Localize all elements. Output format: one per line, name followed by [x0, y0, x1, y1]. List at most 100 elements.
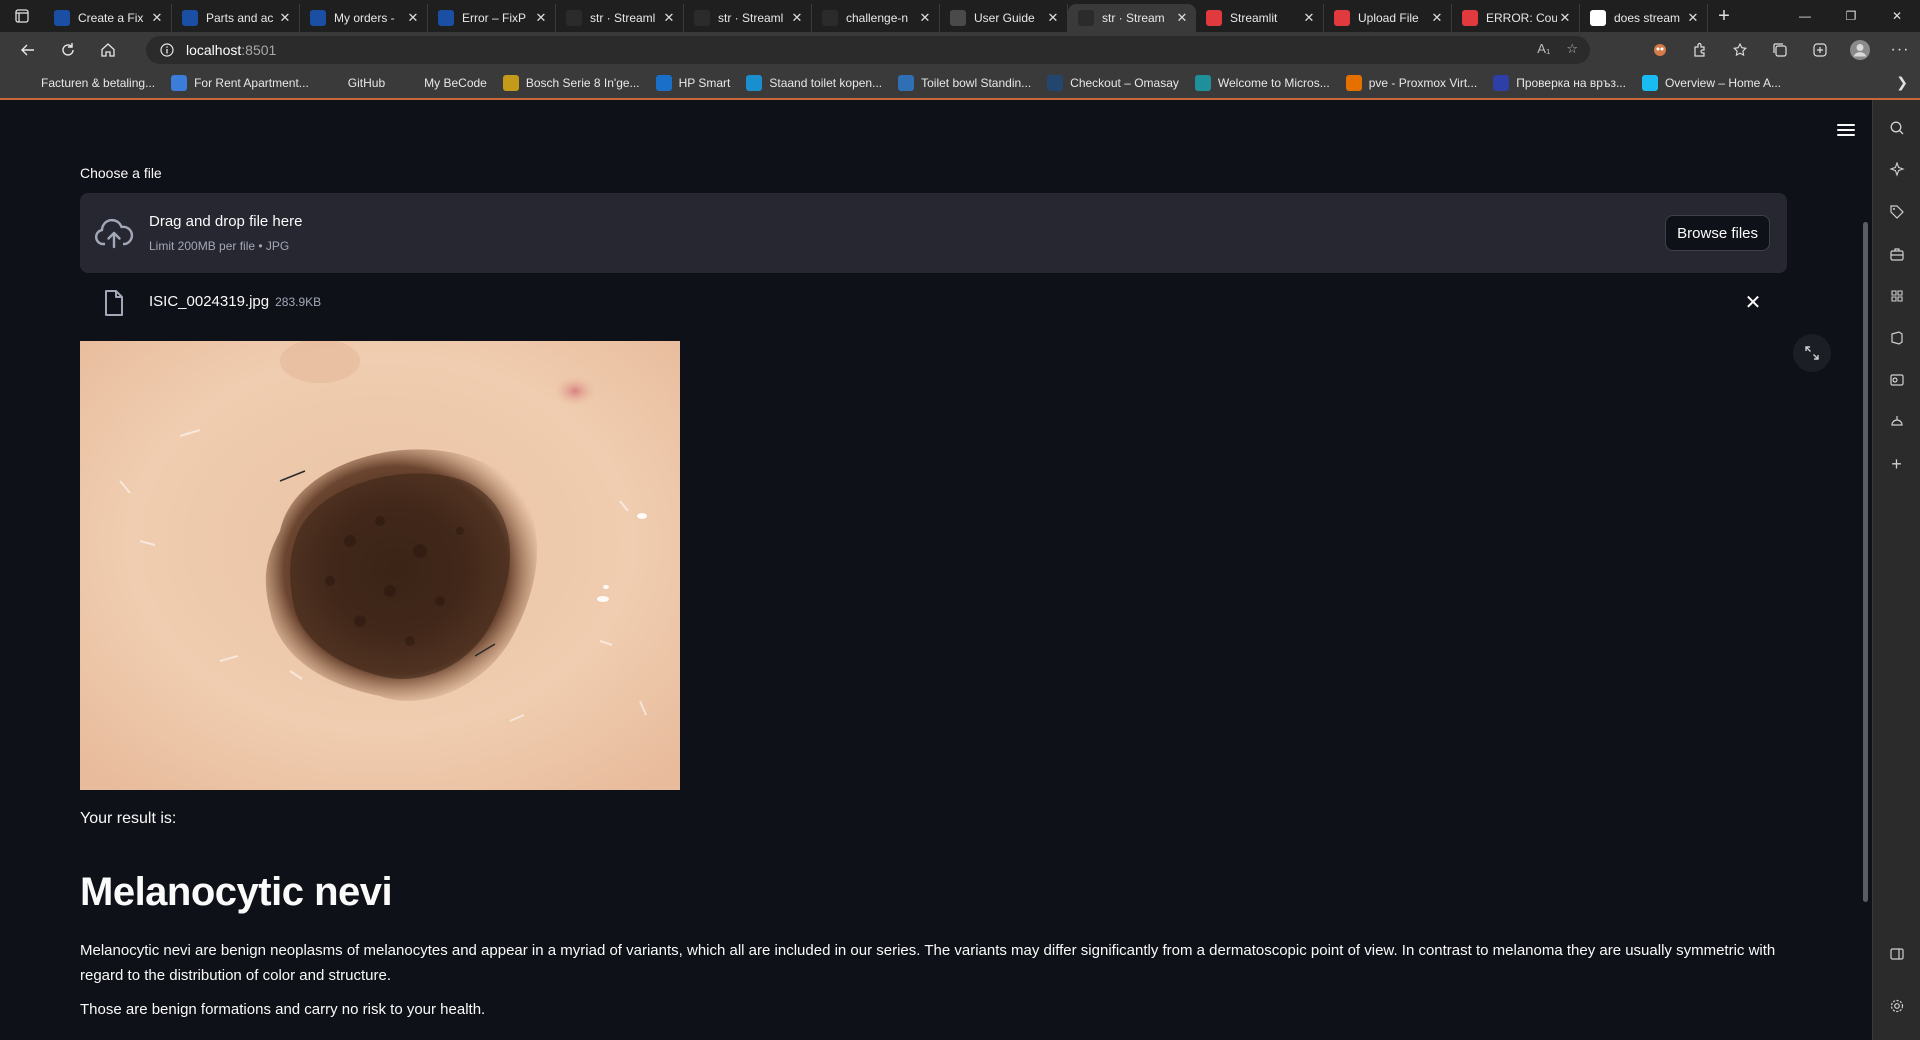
hamburger-menu-icon[interactable]	[1832, 118, 1860, 142]
browser-essentials-icon[interactable]	[1800, 32, 1840, 68]
fixp-icon	[54, 10, 70, 26]
close-tab-icon[interactable]: ✕	[405, 10, 421, 26]
bookmark-label: Welcome to Micros...	[1217, 76, 1330, 90]
browser-tab-title: challenge-n	[846, 11, 909, 25]
close-window-icon[interactable]: ✕	[1874, 0, 1920, 32]
tab-actions-icon[interactable]	[0, 0, 44, 32]
close-tab-icon[interactable]: ✕	[149, 10, 165, 26]
add-sidebar-app-icon[interactable]: +	[1881, 448, 1913, 480]
streamlit-red-icon	[1462, 10, 1478, 26]
browser-tab[interactable]: User Guide ✕	[940, 4, 1068, 32]
browser-tab[interactable]: Error – FixP ✕	[428, 4, 556, 32]
file-dropzone[interactable]: Drag and drop file here Limit 200MB per …	[80, 193, 1787, 273]
new-tab-button[interactable]: +	[1708, 0, 1740, 32]
docs-icon	[950, 10, 966, 26]
fullscreen-icon[interactable]	[1793, 334, 1831, 372]
favorite-star-icon[interactable]: ☆	[1566, 41, 1578, 57]
browse-files-button[interactable]: Browse files	[1665, 215, 1770, 251]
extensions-icon[interactable]	[1680, 32, 1720, 68]
close-tab-icon[interactable]: ✕	[1685, 10, 1701, 26]
tools-briefcase-icon[interactable]	[1881, 238, 1913, 270]
page-icon	[18, 75, 34, 91]
browser-tab[interactable]: str · Stream ✕	[1068, 4, 1196, 32]
streamlit-crown-icon	[1078, 10, 1094, 26]
browser-tab[interactable]: does stream ✕	[1580, 4, 1708, 32]
streamlit-red-icon	[1334, 10, 1350, 26]
uploaded-lesion-image	[80, 341, 680, 790]
browser-tab[interactable]: str · Streaml ✕	[684, 4, 812, 32]
bookmark-item[interactable]: Проверка на връз...	[1485, 69, 1634, 97]
read-aloud-icon[interactable]: A₁	[1537, 41, 1550, 57]
back-icon[interactable]	[8, 32, 48, 68]
streamlit-app: Choose a file Drag and drop file here Li…	[0, 102, 1872, 1040]
copilot-sparkle-icon[interactable]	[1881, 154, 1913, 186]
home-icon[interactable]	[88, 32, 128, 68]
browser-tab-title: User Guide	[974, 11, 1035, 25]
close-tab-icon[interactable]: ✕	[661, 10, 677, 26]
hide-sidebar-icon[interactable]	[1881, 938, 1913, 970]
outlook-icon[interactable]	[1881, 364, 1913, 396]
bookmark-item[interactable]: Overview – Home A...	[1634, 69, 1789, 97]
profile-avatar-icon[interactable]	[1840, 32, 1880, 68]
refresh-icon[interactable]	[48, 32, 88, 68]
sidebar-settings-icon[interactable]	[1881, 990, 1913, 1022]
page-scrollbar[interactable]	[1863, 222, 1868, 902]
extension-pinned-icon[interactable]	[1640, 32, 1680, 68]
bookmark-label: GitHub	[347, 76, 386, 90]
bookmark-item[interactable]: Checkout – Omasay	[1039, 69, 1187, 97]
restore-icon[interactable]: ❐	[1828, 0, 1874, 32]
close-tab-icon[interactable]: ✕	[1429, 10, 1445, 26]
browser-tab[interactable]: challenge-n ✕	[812, 4, 940, 32]
close-tab-icon[interactable]: ✕	[277, 10, 293, 26]
favorites-icon[interactable]	[1720, 32, 1760, 68]
bookmark-item[interactable]: pve - Proxmox Virt...	[1338, 69, 1485, 97]
bookmark-item[interactable]: Toilet bowl Standin...	[890, 69, 1039, 97]
close-tab-icon[interactable]: ✕	[1045, 10, 1061, 26]
bookmark-item[interactable]: Bosch Serie 8 In'ge...	[495, 69, 648, 97]
browser-tab[interactable]: str · Streaml ✕	[556, 4, 684, 32]
close-tab-icon[interactable]: ✕	[533, 10, 549, 26]
browser-tab[interactable]: Parts and ac ✕	[172, 4, 300, 32]
bookmark-item[interactable]: My BeCode	[393, 69, 495, 97]
browser-tab[interactable]: Create a Fix ✕	[44, 4, 172, 32]
drop-icon[interactable]	[1881, 406, 1913, 438]
url-bar[interactable]: localhost:8501 A₁ ☆	[146, 36, 1590, 64]
close-tab-icon[interactable]: ✕	[1557, 10, 1573, 26]
globe-icon	[171, 75, 188, 91]
bookmark-item[interactable]: GitHub	[317, 69, 393, 97]
omasay-icon	[1047, 75, 1064, 91]
search-icon[interactable]	[1881, 112, 1913, 144]
bookmark-item[interactable]: Facturen & betaling...	[10, 69, 163, 97]
office-icon[interactable]	[1881, 322, 1913, 354]
browser-tab-title: ERROR: Cou	[1486, 11, 1557, 25]
bookmark-item[interactable]: For Rent Apartment...	[163, 69, 317, 97]
browser-tab[interactable]: My orders - ✕	[300, 4, 428, 32]
info-icon[interactable]	[160, 43, 174, 57]
file-name-text: ISIC_0024319.jpg	[149, 293, 270, 310]
games-icon[interactable]	[1881, 280, 1913, 312]
bookmark-item[interactable]: HP Smart	[648, 69, 739, 97]
bookmark-item[interactable]: Staand toilet kopen...	[738, 69, 890, 97]
settings-more-icon[interactable]: ···	[1880, 32, 1920, 68]
close-tab-icon[interactable]: ✕	[1301, 10, 1317, 26]
close-tab-icon[interactable]: ✕	[917, 10, 933, 26]
url-host: localhost	[186, 42, 242, 58]
browser-tab-title: str · Stream	[1102, 11, 1165, 25]
proxmox-icon	[1345, 75, 1362, 91]
bookmark-label: Checkout – Omasay	[1070, 76, 1179, 90]
bookmark-label: Проверка на връз...	[1516, 76, 1626, 90]
collections-icon[interactable]	[1760, 32, 1800, 68]
browser-tab[interactable]: Upload File ✕	[1324, 4, 1452, 32]
close-tab-icon[interactable]: ✕	[789, 10, 805, 26]
minimize-icon[interactable]: —	[1782, 0, 1828, 32]
bookmark-item[interactable]: Welcome to Micros...	[1187, 69, 1338, 97]
bookmarks-overflow-icon[interactable]: ❯	[1896, 74, 1908, 91]
remove-file-icon[interactable]: ✕	[1741, 290, 1765, 314]
browser-tab-title: str · Streaml	[718, 11, 784, 25]
browser-tab[interactable]: Streamlit ✕	[1196, 4, 1324, 32]
shopping-tag-icon[interactable]	[1881, 196, 1913, 228]
streamlit-crown-icon	[694, 10, 710, 26]
browser-tab-title: Streamlit	[1230, 11, 1278, 25]
close-tab-icon[interactable]: ✕	[1174, 10, 1190, 26]
browser-tab[interactable]: ERROR: Cou ✕	[1452, 4, 1580, 32]
